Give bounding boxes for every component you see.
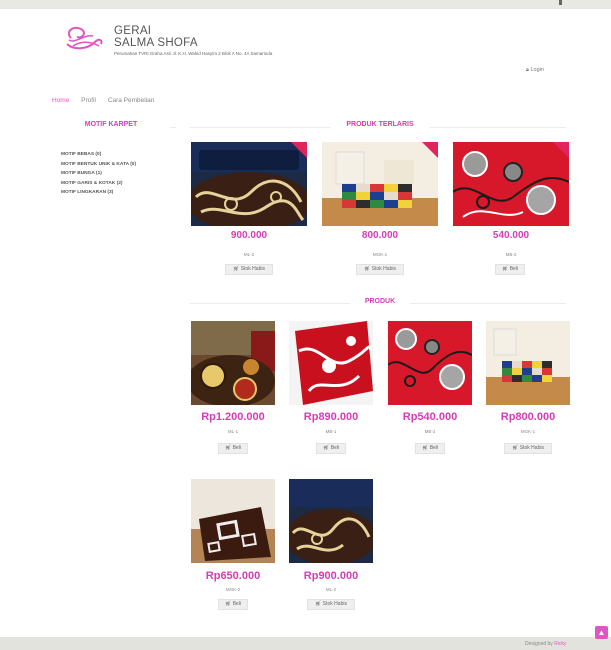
cart-icon: 🛒︎: [501, 266, 510, 272]
product-code: MGK-2: [225, 587, 241, 592]
beli-button[interactable]: 🛒︎ Beli: [415, 443, 445, 454]
category-item[interactable]: MOTIF LINGKARAN (3): [61, 190, 136, 200]
nav-profil[interactable]: Profil: [81, 97, 96, 104]
sidebar-title: MOTIF KARPET: [52, 121, 170, 128]
footer: Designed by Ricky: [0, 637, 611, 650]
brand-line-2: SALMA SHOFA: [114, 37, 198, 49]
button-label: Beli: [429, 445, 439, 451]
brand-line-1: GERAI: [114, 25, 152, 37]
button-label: Beli: [509, 266, 519, 272]
product-image[interactable]: [191, 479, 275, 563]
category-item[interactable]: MOTIF BENTUK UNIK & KATA (0): [61, 162, 136, 172]
product-image[interactable]: [486, 321, 570, 405]
stok-habis-button[interactable]: 🛒︎ Stok Habis: [307, 599, 355, 610]
top-bar: [0, 0, 611, 9]
stok-habis-button[interactable]: 🛒︎ Stok Habis: [356, 264, 404, 275]
product-card[interactable]: 800.000 MGK-1 🛒︎ Stok Habis: [322, 142, 438, 282]
product-price: Rp540.000: [402, 411, 458, 423]
scroll-to-top-button[interactable]: ▲: [595, 626, 608, 639]
product-image[interactable]: [453, 142, 569, 226]
stok-habis-button[interactable]: 🛒︎ Stok Habis: [504, 443, 552, 454]
product-card[interactable]: Rp650.000 MGK-2 🛒︎ Beli: [191, 479, 275, 615]
product-code: MB-1: [325, 429, 337, 434]
footer-credit: Designed by Ricky: [525, 641, 566, 647]
product-image[interactable]: [289, 479, 373, 563]
product-price: 900.000: [230, 230, 268, 241]
produk-title: PRODUK: [350, 298, 410, 305]
cart-icon: 🛒︎: [322, 445, 331, 451]
button-label: Stok Habis: [322, 601, 347, 607]
product-card[interactable]: Rp800.000 MGK-1 🛒︎ Stok Habis: [486, 321, 570, 461]
button-label: Beli: [232, 601, 242, 607]
product-price: 540.000: [492, 230, 530, 241]
product-code: ML-1: [227, 429, 239, 434]
category-item[interactable]: MOTIF GARIS & KOTAK (2): [61, 181, 136, 191]
button-label: Stok Habis: [371, 266, 396, 272]
category-list: MOTIF BEBAS (0) MOTIF BENTUK UNIK & KATA…: [61, 152, 136, 200]
author-link[interactable]: Ricky: [554, 641, 566, 647]
cart-icon: 🛒︎: [421, 445, 430, 451]
product-code: ML-2: [243, 252, 255, 257]
product-price: Rp800.000: [500, 411, 556, 423]
product-card[interactable]: Rp890.000 MB-1 🛒︎ Beli: [289, 321, 373, 461]
product-code: MB-2: [505, 252, 517, 257]
button-label: Beli: [232, 445, 242, 451]
login-link[interactable]: 🔒︎ Login: [526, 67, 544, 74]
main-nav: Home Profil Cara Pembelian: [52, 97, 164, 104]
product-card[interactable]: 540.000 MB-2 🛒︎ Beli: [453, 142, 569, 282]
store-address: Perumahan TVRI Graha Asri Jl. K.H. Wahid…: [114, 51, 273, 56]
product-code: ML-2: [325, 587, 337, 592]
product-image[interactable]: [191, 321, 275, 405]
category-item[interactable]: MOTIF BUNGA (1): [61, 171, 136, 181]
login-label: Login: [530, 67, 544, 73]
product-image[interactable]: [322, 142, 438, 226]
product-code: MGK-1: [520, 429, 536, 434]
product-price: Rp890.000: [303, 411, 359, 423]
footer-text: Designed by: [525, 641, 553, 647]
product-image[interactable]: [191, 142, 307, 226]
cart-icon: 🛒︎: [315, 601, 323, 607]
user-icon[interactable]: [559, 0, 562, 5]
button-label: Beli: [330, 445, 340, 451]
nav-home[interactable]: Home: [52, 97, 69, 104]
product-card[interactable]: Rp900.000 ML-2 🛒︎ Stok Habis: [289, 479, 373, 615]
product-code: MB-2: [424, 429, 436, 434]
product-price: Rp900.000: [303, 570, 359, 582]
product-price: Rp1.200.000: [201, 411, 265, 423]
beli-button[interactable]: 🛒︎ Beli: [495, 264, 525, 275]
logo[interactable]: [63, 24, 105, 54]
product-card[interactable]: 900.000 ML-2 🛒︎ Stok Habis: [191, 142, 307, 282]
stok-habis-button[interactable]: 🛒︎ Stok Habis: [225, 264, 273, 275]
terlaris-title: PRODUK TERLARIS: [330, 121, 430, 128]
cart-icon: 🛒︎: [364, 266, 372, 272]
beli-button[interactable]: 🛒︎ Beli: [218, 599, 248, 610]
button-label: Stok Habis: [519, 445, 544, 451]
cart-icon: 🛒︎: [224, 601, 233, 607]
button-label: Stok Habis: [240, 266, 265, 272]
cart-icon: 🛒︎: [512, 445, 520, 451]
product-card[interactable]: Rp540.000 MB-2 🛒︎ Beli: [388, 321, 472, 461]
cart-icon: 🛒︎: [224, 445, 233, 451]
nav-cara-pembelian[interactable]: Cara Pembelian: [108, 97, 155, 104]
product-card[interactable]: Rp1.200.000 ML-1 🛒︎ Beli: [191, 321, 275, 461]
beli-button[interactable]: 🛒︎ Beli: [218, 443, 248, 454]
product-image[interactable]: [388, 321, 472, 405]
product-price: 800.000: [361, 230, 399, 241]
beli-button[interactable]: 🛒︎ Beli: [316, 443, 346, 454]
product-image[interactable]: [289, 321, 373, 405]
product-code: MGK-1: [372, 252, 388, 257]
cart-icon: 🛒︎: [233, 266, 241, 272]
category-item[interactable]: MOTIF BEBAS (0): [61, 152, 136, 162]
product-price: Rp650.000: [205, 570, 261, 582]
chevron-up-icon: ▲: [597, 628, 606, 637]
